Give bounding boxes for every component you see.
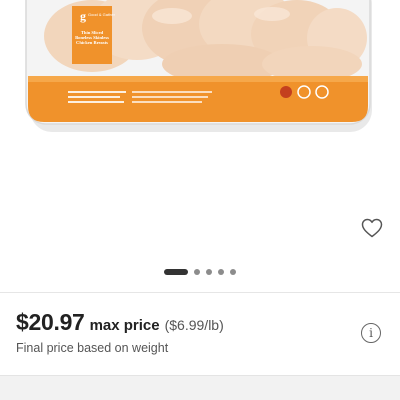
info-icon[interactable]: i (361, 323, 381, 343)
brand-name: Good & Gather (88, 12, 116, 17)
bottom-section (0, 375, 400, 400)
price-section: $20.97 max price ($6.99/lb) Final price … (0, 293, 400, 375)
product-image-gallery[interactable]: g Good & Gather Thin Sliced Boneless Ski… (0, 0, 400, 292)
price-value: $20.97 (16, 309, 85, 335)
carousel-dot[interactable] (218, 269, 224, 275)
carousel-dot-active[interactable] (164, 269, 188, 275)
price-row: $20.97 max price ($6.99/lb) (16, 309, 224, 336)
carousel-pagination (0, 268, 400, 276)
carousel-dot[interactable] (206, 269, 212, 275)
unit-price: ($6.99/lb) (164, 317, 224, 333)
product-label: Thin Sliced Boneless Skinless Chicken Br… (75, 30, 109, 45)
heart-outline-icon[interactable] (360, 216, 384, 240)
max-price-label: max price (89, 317, 160, 334)
carousel-dot[interactable] (194, 269, 200, 275)
brand-logo-letter: g (80, 9, 86, 23)
product-image: g Good & Gather Thin Sliced Boneless Ski… (25, 0, 372, 132)
info-glyph: i (369, 326, 373, 340)
carousel-dot[interactable] (230, 269, 236, 275)
price-note: Final price based on weight (16, 341, 169, 355)
